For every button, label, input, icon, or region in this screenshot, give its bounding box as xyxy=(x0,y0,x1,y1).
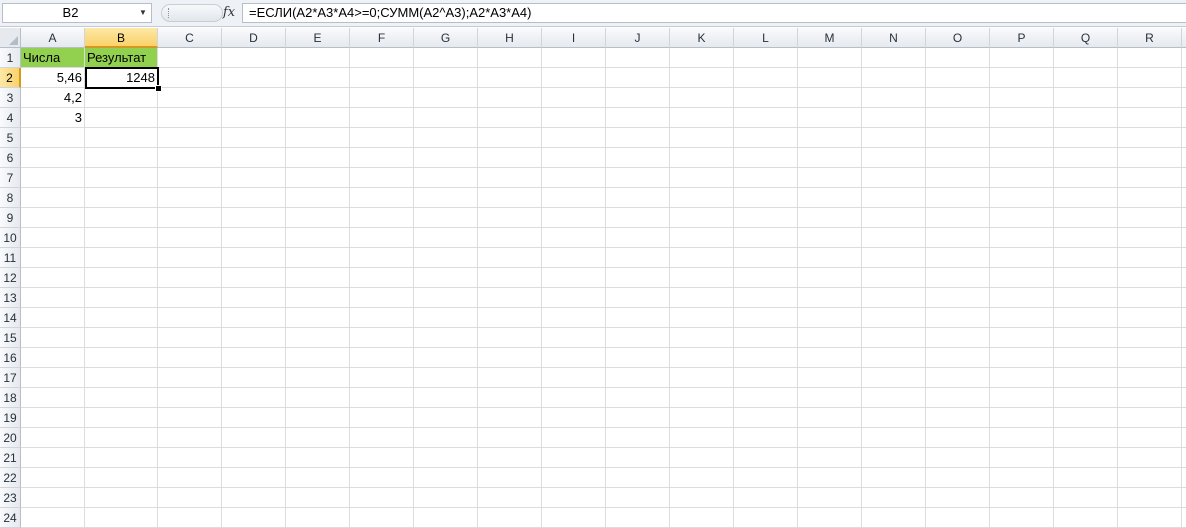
row-header-2[interactable]: 2 xyxy=(0,68,21,88)
row-header-10[interactable]: 10 xyxy=(0,228,21,248)
row-header-6[interactable]: 6 xyxy=(0,148,21,168)
gridline xyxy=(605,48,606,528)
column-header-a[interactable]: A xyxy=(21,28,85,48)
gridline xyxy=(797,48,798,528)
row-header-21[interactable]: 21 xyxy=(0,448,21,468)
row-header-19[interactable]: 19 xyxy=(0,408,21,428)
gridline xyxy=(1181,48,1182,528)
row-header-20[interactable]: 20 xyxy=(0,428,21,448)
row-header-11[interactable]: 11 xyxy=(0,248,21,268)
column-header-p[interactable]: P xyxy=(990,28,1054,48)
column-header-d[interactable]: D xyxy=(222,28,286,48)
row-header-4[interactable]: 4 xyxy=(0,108,21,128)
column-header-c[interactable]: C xyxy=(158,28,222,48)
formula-bar: B2 ▼ fx =ЕСЛИ(A2*A3*A4>=0;СУММ(A2^A3);A2… xyxy=(0,0,1186,27)
gridline xyxy=(541,48,542,528)
name-box-value: B2 xyxy=(62,5,79,20)
column-header-q[interactable]: Q xyxy=(1054,28,1118,48)
gridline xyxy=(1053,48,1054,528)
column-header-l[interactable]: L xyxy=(734,28,798,48)
row-header-3[interactable]: 3 xyxy=(0,88,21,108)
cell-a3[interactable]: 4,2 xyxy=(21,88,84,107)
row-header-8[interactable]: 8 xyxy=(0,188,21,208)
row-header-24[interactable]: 24 xyxy=(0,508,21,528)
row-header-1[interactable]: 1 xyxy=(0,48,21,68)
column-header-r[interactable]: R xyxy=(1118,28,1182,48)
select-all-button[interactable] xyxy=(0,28,21,48)
column-header-g[interactable]: G xyxy=(414,28,478,48)
gridline xyxy=(221,48,222,528)
column-header-i[interactable]: I xyxy=(542,28,606,48)
gridline xyxy=(84,48,85,528)
row-header-23[interactable]: 23 xyxy=(0,488,21,508)
gridline xyxy=(477,48,478,528)
cell-a4[interactable]: 3 xyxy=(21,108,84,127)
row-header-7[interactable]: 7 xyxy=(0,168,21,188)
column-header-k[interactable]: K xyxy=(670,28,734,48)
gridline xyxy=(669,48,670,528)
gridline xyxy=(285,48,286,528)
row-header-18[interactable]: 18 xyxy=(0,388,21,408)
row-header-14[interactable]: 14 xyxy=(0,308,21,328)
cell-a1[interactable]: Числа xyxy=(21,48,84,67)
active-cell-border xyxy=(85,67,159,89)
column-header-h[interactable]: H xyxy=(478,28,542,48)
gridline xyxy=(157,48,158,528)
row-header-22[interactable]: 22 xyxy=(0,468,21,488)
column-header-s[interactable] xyxy=(1182,28,1186,48)
row-header-5[interactable]: 5 xyxy=(0,128,21,148)
column-header-j[interactable]: J xyxy=(606,28,670,48)
gridline xyxy=(925,48,926,528)
gridline xyxy=(861,48,862,528)
gridline xyxy=(413,48,414,528)
cell-b1[interactable]: Результат xyxy=(85,48,157,67)
column-header-o[interactable]: O xyxy=(926,28,990,48)
row-header-15[interactable]: 15 xyxy=(0,328,21,348)
column-header-n[interactable]: N xyxy=(862,28,926,48)
chevron-down-icon[interactable]: ▼ xyxy=(138,6,148,20)
gridline xyxy=(1117,48,1118,528)
row-header-13[interactable]: 13 xyxy=(0,288,21,308)
row-header-17[interactable]: 17 xyxy=(0,368,21,388)
column-header-b[interactable]: B xyxy=(85,28,158,48)
gridline xyxy=(733,48,734,528)
row-header-9[interactable]: 9 xyxy=(0,208,21,228)
select-all-triangle-icon xyxy=(9,36,18,45)
grip-icon xyxy=(168,8,172,18)
fill-handle[interactable] xyxy=(155,85,162,92)
row-header-16[interactable]: 16 xyxy=(0,348,21,368)
row-header-12[interactable]: 12 xyxy=(0,268,21,288)
formula-bar-resize-handle[interactable] xyxy=(161,4,223,22)
cell-a2[interactable]: 5,46 xyxy=(21,68,84,87)
formula-input[interactable]: =ЕСЛИ(A2*A3*A4>=0;СУММ(A2^A3);A2*A3*A4) xyxy=(242,3,1186,23)
gridline xyxy=(989,48,990,528)
column-header-m[interactable]: M xyxy=(798,28,862,48)
insert-function-icon[interactable]: fx xyxy=(221,4,237,22)
cell-grid[interactable] xyxy=(21,48,1186,528)
column-header-f[interactable]: F xyxy=(350,28,414,48)
name-box[interactable]: B2 ▼ xyxy=(2,3,152,23)
gridline xyxy=(349,48,350,528)
column-header-e[interactable]: E xyxy=(286,28,350,48)
